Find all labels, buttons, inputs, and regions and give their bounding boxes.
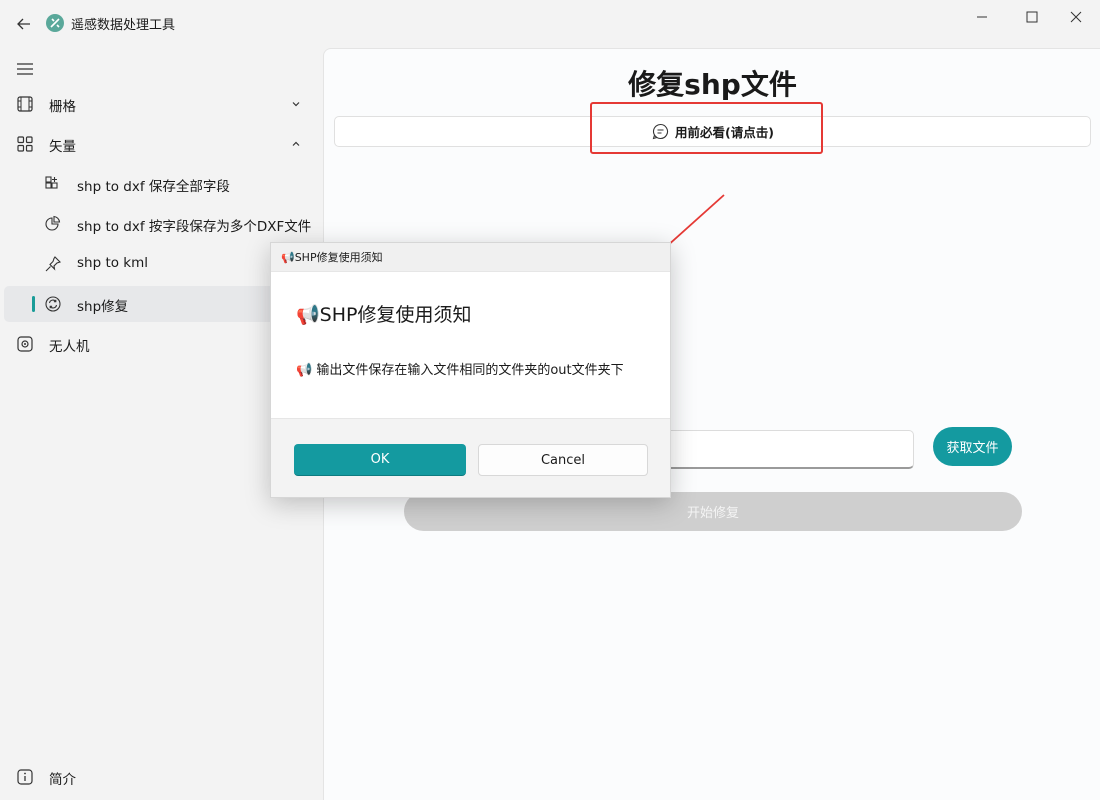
pie-chart-icon <box>43 214 63 234</box>
get-file-button[interactable]: 获取文件 <box>933 427 1012 466</box>
nav-item-label: shp to kml <box>77 255 149 271</box>
target-icon <box>15 334 35 354</box>
app-title: 遥感数据处理工具 <box>71 18 176 33</box>
chevron-up-icon[interactable] <box>288 136 304 152</box>
nav-item-label: 矢量 <box>49 139 76 155</box>
active-indicator <box>32 296 35 312</box>
page-title: 修复shp文件 <box>628 68 797 101</box>
hamburger-icon <box>17 63 33 75</box>
nav-item-label: shp to dxf 按字段保存为多个DXF文件 <box>77 219 312 235</box>
maximize-icon <box>1026 11 1038 23</box>
close-window-button[interactable] <box>1053 6 1099 28</box>
ok-button[interactable]: OK <box>294 444 466 476</box>
arrow-left-icon <box>17 18 30 30</box>
sync-icon <box>43 294 63 314</box>
nav-item-label: 无人机 <box>49 339 90 355</box>
nav-item-label: shp修复 <box>77 299 129 315</box>
nav-item-label: 栅格 <box>49 99 76 115</box>
file-path-input[interactable] <box>664 430 914 469</box>
nav-item-raster[interactable]: 栅格 <box>4 86 318 122</box>
dialog-footer: OK Cancel <box>271 418 670 497</box>
app-logo-icon <box>46 14 64 32</box>
dialog-title: 📢SHP修复使用须知 <box>271 243 670 272</box>
pin-icon <box>43 254 63 274</box>
film-icon <box>15 94 35 114</box>
grid-icon <box>15 134 35 154</box>
title-bar: 遥感数据处理工具 <box>0 0 1100 48</box>
back-button[interactable] <box>12 12 36 36</box>
cancel-button[interactable]: Cancel <box>478 444 648 476</box>
nav-item-label: 简介 <box>49 772 76 788</box>
nav-item-about[interactable]: 简介 <box>4 759 318 795</box>
maximize-button[interactable] <box>1009 6 1055 28</box>
chevron-down-icon[interactable] <box>288 96 304 112</box>
nav-item-vector[interactable]: 矢量 <box>4 126 318 162</box>
close-icon <box>1070 11 1082 23</box>
annotation-highlight-box <box>590 102 823 154</box>
nav-item-label: shp to dxf 保存全部字段 <box>77 179 230 195</box>
notice-dialog: 📢SHP修复使用须知 📢SHP修复使用须知 📢 输出文件保存在输入文件相同的文件… <box>270 242 671 498</box>
apps-add-icon <box>43 174 63 194</box>
nav-item-shp-to-dxf-all[interactable]: shp to dxf 保存全部字段 <box>4 166 318 202</box>
nav-item-shp-to-dxf-by-field[interactable]: shp to dxf 按字段保存为多个DXF文件 <box>4 206 318 242</box>
minimize-icon <box>977 16 987 18</box>
menu-toggle-button[interactable] <box>12 56 38 82</box>
minimize-button[interactable] <box>959 6 1005 28</box>
dialog-message: 📢 输出文件保存在输入文件相同的文件夹的out文件夹下 <box>296 363 624 378</box>
info-icon <box>15 767 35 787</box>
dialog-heading: 📢SHP修复使用须知 <box>296 304 472 326</box>
